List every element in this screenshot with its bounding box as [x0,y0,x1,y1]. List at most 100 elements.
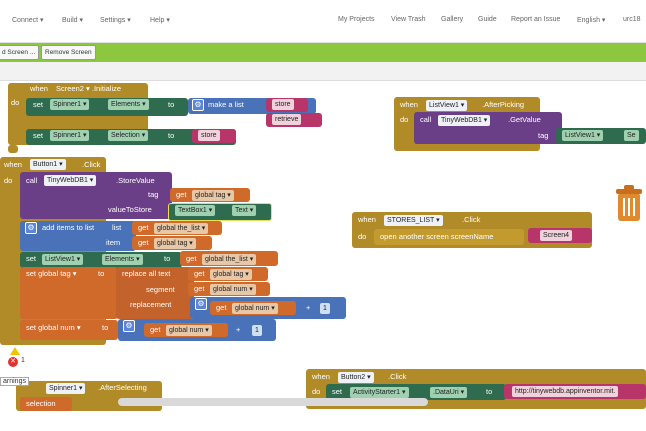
global-num-dropdown[interactable]: global num ▾ [232,303,278,314]
spinner1-dropdown[interactable]: Spinner1 ▾ [50,130,90,141]
link-gallery[interactable]: Gallery [441,16,463,23]
click-event-label: .Click [82,160,101,169]
set-global-tag-label[interactable]: set global tag ▾ [26,268,76,280]
gear-icon[interactable]: ⚙ [123,320,135,332]
menu-help[interactable]: Help ▾ [150,16,170,24]
link-guide[interactable]: Guide [478,16,497,23]
get-label: get [138,238,149,247]
do-label: do [312,387,321,396]
tinywebdb1-dropdown[interactable]: TinyWebDB1 ▾ [438,115,491,126]
get-label: get [194,269,205,278]
url-text[interactable]: http://tinywebdb.appinventor.mit. [512,386,619,397]
selection-dropdown[interactable]: Se [624,130,639,141]
global-tag-dropdown[interactable]: global tag ▾ [154,238,196,249]
plus-operator: + [236,325,241,334]
call-label: call [420,115,432,124]
number-one[interactable]: 1 [320,303,330,314]
tag-label: tag [148,190,159,199]
error-icon[interactable]: ✕ [8,357,18,367]
getvalue-label: .GetValue [508,115,541,124]
set-label: set [332,387,343,396]
remove-screen-button[interactable]: Remove Screen [41,45,96,60]
tinywebdb1-dropdown[interactable]: TinyWebDB1 ▾ [44,175,97,186]
tag-label: tag [538,131,549,140]
get-label: get [138,223,149,232]
valuetostore-label: valueToStore [108,205,152,214]
click-event-label: .Click [462,215,481,224]
get-label: get [150,325,161,334]
do-label: do [400,115,409,124]
text-property-dropdown[interactable]: Text ▾ [232,205,257,216]
global-the-list-dropdown[interactable]: global the_list ▾ [202,254,257,265]
set-label: set [33,100,44,109]
replacement-label: replacement [130,300,172,309]
number-one[interactable]: 1 [252,325,262,336]
screen4-text[interactable]: Screen4 [540,230,573,241]
spinner1-dropdown[interactable]: Spinner1 ▾ [46,383,86,394]
afterselecting-label: .AfterSelecting [98,383,147,392]
user-account[interactable]: urc18 [623,16,641,23]
datauri-dropdown[interactable]: .DataUri ▾ [430,387,468,398]
show-warnings-button[interactable]: arnings [0,377,29,386]
when-label: when [358,215,376,224]
to-label: to [486,387,493,396]
trash-can-icon[interactable] [612,183,646,223]
menu-settings[interactable]: Settings ▾ [100,16,131,24]
listview1-dropdown[interactable]: ListView1 ▾ [42,254,84,265]
gear-icon[interactable]: ⚙ [192,99,204,111]
spinner1-dropdown[interactable]: Spinner1 ▾ [50,99,90,110]
to-label: to [102,323,109,332]
to-label: to [168,131,175,140]
get-label: get [216,303,227,312]
selection-get-label: selection [26,399,56,408]
button1-dropdown[interactable]: Button1 ▾ [30,159,66,170]
add-items-label: add items to list [42,223,95,232]
warning-count: 1 [21,357,25,364]
listview1-dropdown[interactable]: ListView1 ▾ [426,100,468,111]
activitystarter1-dropdown[interactable]: ActivityStarter1 ▾ [350,387,409,398]
gear-icon[interactable]: ⚙ [25,222,37,234]
store-text[interactable]: store [272,99,294,110]
menu-build[interactable]: Build ▾ [62,16,83,24]
get-label: get [194,284,205,293]
elements-dropdown[interactable]: Elements ▾ [102,254,143,265]
global-the-list-dropdown[interactable]: global the_list ▾ [154,223,209,234]
global-tag-dropdown[interactable]: global tag ▾ [210,269,252,280]
selection-dropdown[interactable]: Selection ▾ [108,130,149,141]
to-label: to [168,100,175,109]
retrieve-text[interactable]: retrieve [272,114,302,125]
when-label: when [312,372,330,381]
link-report-issue[interactable]: Report an Issue [511,16,560,23]
do-label: do [358,232,367,241]
do-label: do [4,176,13,185]
global-num-dropdown[interactable]: global num ▾ [210,284,256,295]
stores-list-dropdown[interactable]: STORES_LIST ▾ [384,215,443,226]
to-label: to [98,269,105,278]
add-screen-button[interactable]: d Screen ... [0,45,40,60]
set-label: set [26,254,37,263]
list-label: list [112,223,122,232]
top-navigation-bar: Connect ▾ Build ▾ Settings ▾ Help ▾ My P… [0,0,646,43]
elements-dropdown[interactable]: Elements ▾ [108,99,149,110]
set-label: set [33,131,44,140]
set-global-num-label[interactable]: set global num ▾ [26,322,81,334]
link-view-trash[interactable]: View Trash [391,16,426,23]
make-a-list-label: make a list [208,100,244,109]
button2-dropdown[interactable]: Button2 ▾ [338,372,374,383]
menu-connect[interactable]: Connect ▾ [12,16,44,24]
blocks-workspace[interactable]: when Screen2 ▾ .Initialize do set Spinne… [0,81,646,431]
warning-icon[interactable] [10,347,20,355]
store-text[interactable]: store [198,130,220,141]
block-bottom-edge [8,145,18,153]
to-label: to [164,254,171,263]
global-tag-dropdown[interactable]: global tag ▾ [192,190,234,201]
textbox1-dropdown[interactable]: TextBox1 ▾ [175,205,216,216]
afterpicking-label: .AfterPicking [482,100,525,109]
menu-language[interactable]: English ▾ [577,16,605,24]
global-num-dropdown[interactable]: global num ▾ [166,325,212,336]
screen2-initialize-event[interactable]: Screen2 ▾ .Initialize [56,83,121,95]
gear-icon[interactable]: ⚙ [195,298,207,310]
horizontal-scrollbar[interactable] [118,398,428,406]
link-my-projects[interactable]: My Projects [338,16,375,23]
listview1-dropdown[interactable]: ListView1 ▾ [562,130,604,141]
